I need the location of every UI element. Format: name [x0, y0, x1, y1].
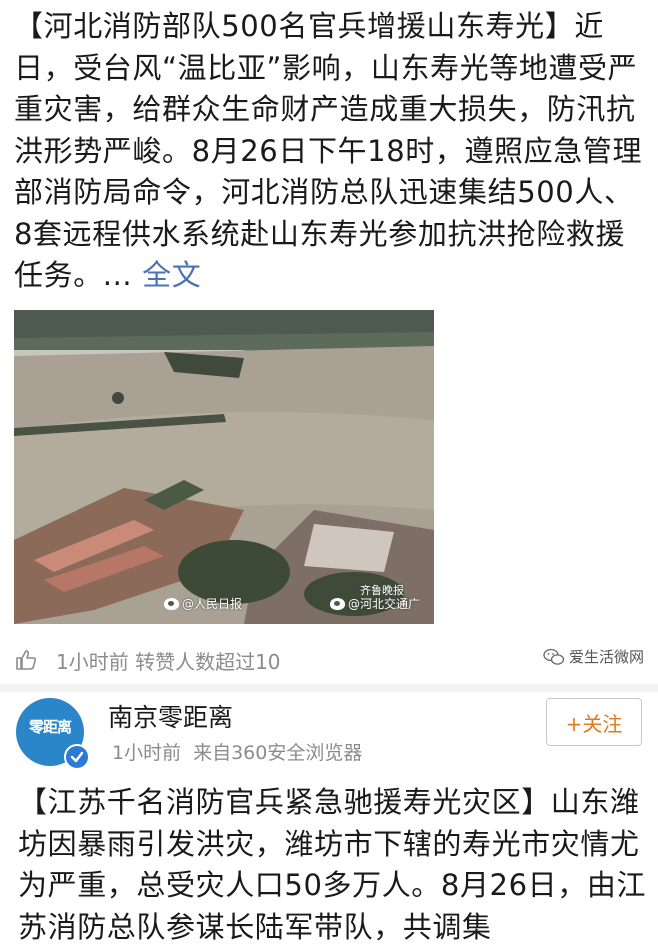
account-name[interactable]: 南京零距离: [108, 698, 233, 734]
post-2-text: 【江苏千名消防官兵紧急驰援寿光灾区】山东潍坊因暴雨引发洪灾，潍坊市下辖的寿光市灾…: [18, 785, 647, 944]
watermark-qilu: 齐鲁晚报: [360, 584, 404, 597]
post-source: 来自360安全浏览器: [193, 742, 363, 764]
post-time-reposts: 1小时前 转赞人数超过10: [56, 649, 281, 674]
account-meta: 1小时前 来自360安全浏览器: [112, 738, 362, 765]
post-stats-bar: 1小时前 转赞人数超过10 爱生活微网: [14, 640, 654, 680]
post-divider: [0, 684, 658, 692]
post-time: 1小时前: [112, 742, 182, 764]
wechat-icon: [543, 648, 565, 665]
verified-badge-icon: [64, 744, 90, 770]
watermark-renmin: @人民日报: [164, 595, 242, 612]
weibo-icon: [330, 597, 345, 610]
brand-watermark: 爱生活微网: [543, 646, 644, 667]
like-thumb-icon[interactable]: [14, 648, 38, 672]
avatar-logo-text: 零距离: [28, 718, 72, 736]
post-1-text: 【河北消防部队500名官兵增援山东寿光】近日，受台风“温比亚”影响，山东寿光等地…: [14, 6, 650, 297]
post-1-body: 【河北消防部队500名官兵增援山东寿光】近日，受台风“温比亚”影响，山东寿光等地…: [14, 9, 643, 292]
weibo-icon: [164, 597, 179, 610]
flood-photo-scene: [14, 310, 434, 624]
flood-aerial-photo[interactable]: @人民日报 @河北交通广 齐鲁晚报: [14, 310, 434, 624]
full-text-link[interactable]: 全文: [142, 258, 201, 292]
follow-button[interactable]: +关注: [546, 698, 642, 746]
